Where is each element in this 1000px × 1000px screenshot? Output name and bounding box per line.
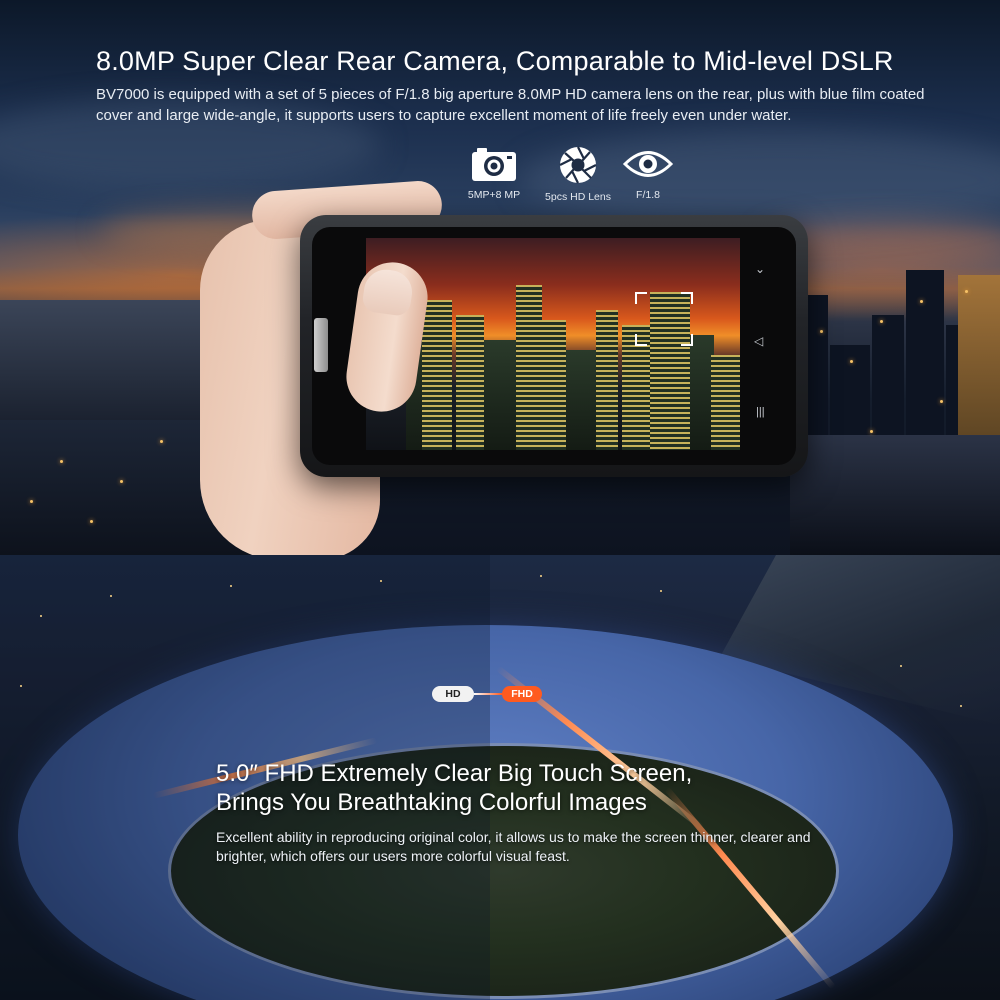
city-light — [820, 330, 823, 333]
city-light — [40, 615, 42, 617]
city-light — [110, 595, 112, 597]
menu-icon[interactable]: ||| — [756, 406, 765, 418]
city-light — [30, 500, 33, 503]
city-light — [60, 460, 63, 463]
hd-fhd-connector — [474, 693, 502, 695]
city-light — [20, 685, 22, 687]
screen-building — [711, 355, 740, 450]
phone-side-button — [314, 318, 328, 372]
city-light — [380, 580, 382, 582]
city-light — [965, 290, 968, 293]
city-light — [90, 520, 93, 523]
city-light — [960, 705, 962, 707]
city-light — [920, 300, 923, 303]
screen-description: Excellent ability in reproducing origina… — [216, 829, 811, 864]
city-light — [540, 575, 542, 577]
fhd-badge: FHD — [502, 686, 542, 702]
city-light — [660, 590, 662, 592]
city-light — [940, 400, 943, 403]
screen-building — [566, 350, 596, 450]
screen-title: 5.0″ FHD Extremely Clear Big Touch Scree… — [216, 759, 692, 817]
city-base — [790, 435, 1000, 555]
screen-building — [596, 310, 618, 450]
hd-badge: HD — [432, 686, 474, 702]
screen-building — [456, 315, 484, 450]
eye-icon — [622, 151, 674, 177]
city-light — [160, 440, 163, 443]
focus-frame — [635, 292, 693, 346]
feature-label: 5pcs HD Lens — [545, 191, 611, 203]
city-light — [880, 320, 883, 323]
feature-megapixel: 5MP+8 MP — [462, 145, 526, 201]
camera-banner: 8.0MP Super Clear Rear Camera, Comparabl… — [0, 0, 1000, 555]
chevron-down-icon[interactable]: ⌄ — [755, 262, 765, 276]
aperture-icon — [559, 146, 597, 184]
city-light — [230, 585, 232, 587]
camera-title: 8.0MP Super Clear Rear Camera, Comparabl… — [96, 46, 894, 76]
back-icon[interactable]: ◁ — [754, 334, 763, 348]
feature-label: 5MP+8 MP — [467, 189, 521, 201]
feature-label: F/1.8 — [636, 189, 660, 201]
camera-description: BV7000 is equipped with a set of 5 piece… — [96, 86, 925, 124]
screen-title-line2: Brings You Breathtaking Colorful Images — [216, 789, 647, 816]
screen-building — [516, 285, 542, 450]
city-light — [900, 665, 902, 667]
city-light — [870, 430, 873, 433]
city-light — [850, 360, 853, 363]
camera-icon — [472, 148, 516, 181]
feature-lens: 5pcs HD Lens — [540, 145, 616, 203]
screen-title-line1: 5.0″ FHD Extremely Clear Big Touch Scree… — [216, 760, 693, 787]
screen-building — [484, 340, 518, 450]
city-light — [120, 480, 123, 483]
screen-building — [422, 300, 452, 450]
feature-aperture: F/1.8 — [620, 145, 676, 201]
screen-building — [542, 320, 566, 450]
